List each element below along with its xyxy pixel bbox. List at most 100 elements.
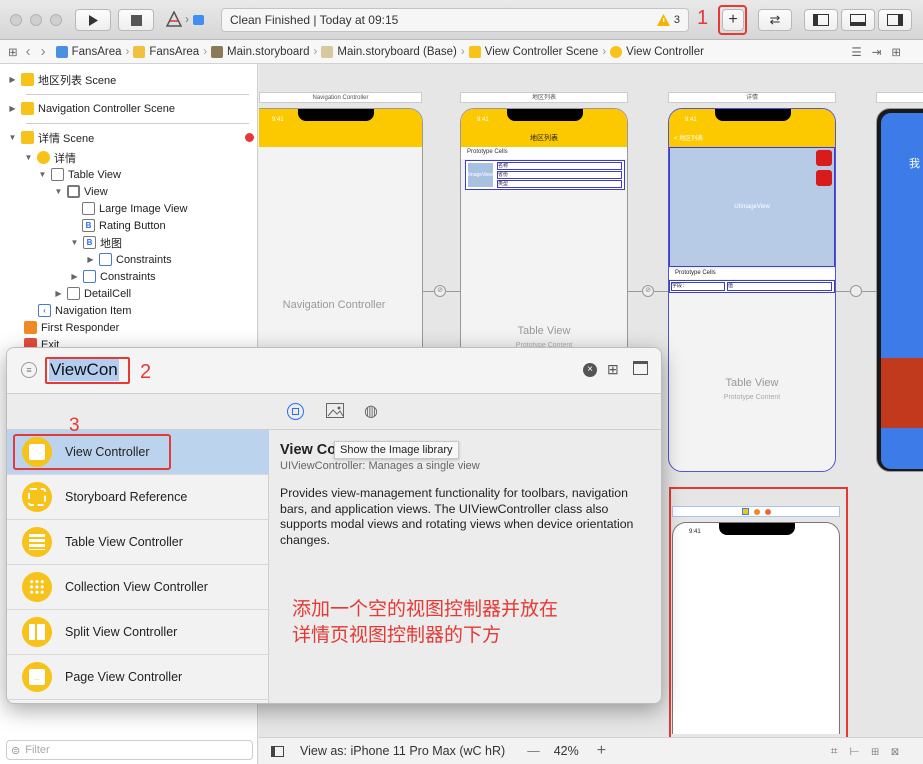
new-view-controller-scene[interactable]: 9:41 bbox=[672, 522, 840, 734]
crumb-scene[interactable]: View Controller Scene › bbox=[468, 45, 606, 58]
filter-icon[interactable]: ≡ bbox=[21, 362, 37, 378]
constraints-icon bbox=[99, 253, 112, 266]
close-window-button[interactable] bbox=[10, 14, 22, 26]
segue-icon[interactable] bbox=[850, 285, 862, 297]
warning-indicator[interactable]: 3 bbox=[656, 14, 680, 26]
disclosure-down-icon[interactable]: ▼ bbox=[8, 133, 17, 142]
toggle-navigator-button[interactable] bbox=[804, 9, 838, 31]
disclosure-down-icon[interactable]: ▼ bbox=[70, 238, 79, 247]
view-icon bbox=[67, 185, 80, 198]
device-notch bbox=[715, 109, 791, 121]
error-badge-icon[interactable] bbox=[245, 133, 254, 142]
outline-row-nav-scene[interactable]: ▶ Navigation Controller Scene bbox=[8, 100, 175, 117]
editor-options-icons[interactable]: ☰⇥⊞ bbox=[851, 45, 911, 59]
scene-label-partial[interactable] bbox=[876, 92, 923, 103]
zoom-level[interactable]: 42% bbox=[554, 744, 579, 758]
detail-view-icon[interactable] bbox=[633, 361, 648, 375]
exit-icon[interactable] bbox=[764, 508, 771, 515]
scene-label-list[interactable]: 地区列表 bbox=[460, 92, 628, 103]
detail-scene[interactable]: 9:41 < 地区列表 UIImageView Prototype Cells … bbox=[668, 108, 836, 472]
library-item-table-view-controller[interactable]: Table View Controller bbox=[7, 520, 269, 565]
grid-view-icon[interactable]: ⊞ bbox=[607, 361, 619, 378]
toggle-outline-icon[interactable] bbox=[271, 745, 284, 757]
code-review-button[interactable]: ⇄ bbox=[758, 9, 792, 31]
disclosure-down-icon[interactable]: ▼ bbox=[38, 170, 47, 179]
crumb-project[interactable]: FansArea › bbox=[55, 45, 129, 58]
app-scheme-icon bbox=[166, 11, 182, 27]
device-notch bbox=[507, 109, 583, 121]
image-view-icon bbox=[82, 202, 95, 215]
outline-row-view[interactable]: ▼ View bbox=[54, 183, 108, 200]
relationship-segue-icon[interactable]: ⊘ bbox=[434, 285, 446, 297]
disclosure-right-icon[interactable]: ▶ bbox=[70, 272, 79, 281]
objects-library-tab[interactable] bbox=[287, 403, 304, 420]
library-button[interactable]: + bbox=[722, 9, 744, 31]
library-item-label: Page View Controller bbox=[65, 670, 183, 684]
outline-row-detail-scene[interactable]: ▼ 详情 Scene bbox=[8, 129, 254, 146]
disclosure-right-icon[interactable]: ▶ bbox=[8, 75, 17, 84]
crumb-storyboard-base[interactable]: Main.storyboard (Base) › bbox=[321, 45, 465, 58]
device-config-button[interactable]: View as: iPhone 11 Pro Max (wC hR) bbox=[300, 744, 505, 758]
outline-row-table-view[interactable]: ▼ Table View bbox=[38, 166, 121, 183]
zoom-window-button[interactable] bbox=[50, 14, 62, 26]
disclosure-down-icon[interactable]: ▼ bbox=[24, 153, 33, 162]
back-arrow-icon[interactable]: ‹ bbox=[26, 43, 31, 60]
library-search-input[interactable]: ViewCon bbox=[49, 359, 119, 381]
outline-row-list-scene[interactable]: ▶ 地区列表 Scene bbox=[8, 71, 116, 88]
outline-row-map[interactable]: ▼ B 地图 bbox=[70, 234, 122, 251]
table-view-placeholder: Table View bbox=[725, 377, 779, 389]
library-list: View Controller Storyboard Reference Tab… bbox=[7, 415, 269, 703]
layout-tools-icons[interactable]: ⌗⊢⊞⊠ bbox=[831, 744, 911, 759]
folder-icon bbox=[133, 45, 146, 58]
large-image-view[interactable]: UIImageView bbox=[669, 147, 835, 267]
image-view-label: UIImageView bbox=[734, 204, 770, 210]
outline-row-large-image[interactable]: Large Image View bbox=[82, 200, 187, 217]
image-library-tab[interactable] bbox=[326, 403, 344, 418]
warning-icon bbox=[656, 14, 670, 26]
disclosure-down-icon[interactable]: ▼ bbox=[54, 187, 63, 196]
outline-row-detail-cell[interactable]: ▶ DetailCell bbox=[54, 285, 131, 302]
minimize-window-button[interactable] bbox=[30, 14, 42, 26]
outline-row-constraints-1[interactable]: ▶ Constraints bbox=[86, 251, 172, 268]
toggle-inspector-button[interactable] bbox=[878, 9, 912, 31]
crumb-folder[interactable]: FansArea › bbox=[133, 45, 207, 58]
scene-label-detail[interactable]: 详情 bbox=[668, 92, 836, 103]
color-library-tab[interactable]: ◍ bbox=[364, 401, 378, 421]
related-items-icon[interactable]: ⊞ bbox=[8, 45, 18, 59]
new-scene-dock[interactable] bbox=[672, 506, 840, 517]
library-item-collection-view-controller[interactable]: Collection View Controller bbox=[7, 565, 269, 610]
outline-filter-field[interactable]: ⊜ Filter bbox=[6, 740, 253, 760]
outline-label: 地区列表 Scene bbox=[38, 74, 117, 87]
crumb-storyboard[interactable]: Main.storyboard › bbox=[211, 45, 317, 58]
detail-prototype-cell[interactable]: 字段： 值 bbox=[669, 280, 835, 293]
list-prototype-cell[interactable]: ImageView 名称 省份 类型 bbox=[465, 160, 625, 190]
zoom-out-button[interactable]: — bbox=[527, 744, 540, 758]
library-item-split-view-controller[interactable]: Split View Controller bbox=[7, 610, 269, 655]
crumb-view-controller[interactable]: View Controller bbox=[610, 45, 704, 58]
disclosure-right-icon[interactable]: ▶ bbox=[86, 255, 95, 264]
outline-row-rating-button[interactable]: B Rating Button bbox=[82, 217, 166, 234]
disclosure-right-icon[interactable]: ▶ bbox=[54, 289, 63, 298]
library-item-storyboard-reference[interactable]: Storyboard Reference bbox=[7, 475, 269, 520]
first-responder-icon[interactable] bbox=[753, 508, 760, 515]
view-controller-icon[interactable] bbox=[741, 508, 749, 515]
show-segue-icon[interactable]: ⊘ bbox=[642, 285, 654, 297]
stop-button[interactable] bbox=[118, 9, 154, 31]
toggle-debug-button[interactable] bbox=[841, 9, 875, 31]
library-item-page-view-controller[interactable]: ... Page View Controller bbox=[7, 655, 269, 700]
scene-icon bbox=[21, 102, 34, 115]
run-button[interactable] bbox=[75, 9, 111, 31]
outline-row-detail-vc[interactable]: ▼ 详情 bbox=[24, 149, 76, 166]
instruction-note-line1: 添加一个空的视图控制器并放在 bbox=[292, 599, 559, 620]
zoom-in-button[interactable]: + bbox=[597, 742, 606, 760]
partial-scene[interactable]: 我 bbox=[876, 108, 923, 472]
scene-label-navigation[interactable]: Navigation Controller bbox=[259, 92, 422, 103]
outline-row-nav-item[interactable]: ‹ Navigation Item bbox=[38, 302, 131, 319]
clear-search-icon[interactable]: × bbox=[583, 363, 597, 377]
outline-row-first-responder[interactable]: First Responder bbox=[24, 319, 119, 336]
scheme-selector[interactable]: › bbox=[166, 11, 205, 27]
disclosure-right-icon[interactable]: ▶ bbox=[8, 104, 17, 113]
forward-arrow-icon[interactable]: › bbox=[41, 43, 46, 60]
button-icon: B bbox=[83, 236, 96, 249]
outline-row-constraints-2[interactable]: ▶ Constraints bbox=[70, 268, 156, 285]
